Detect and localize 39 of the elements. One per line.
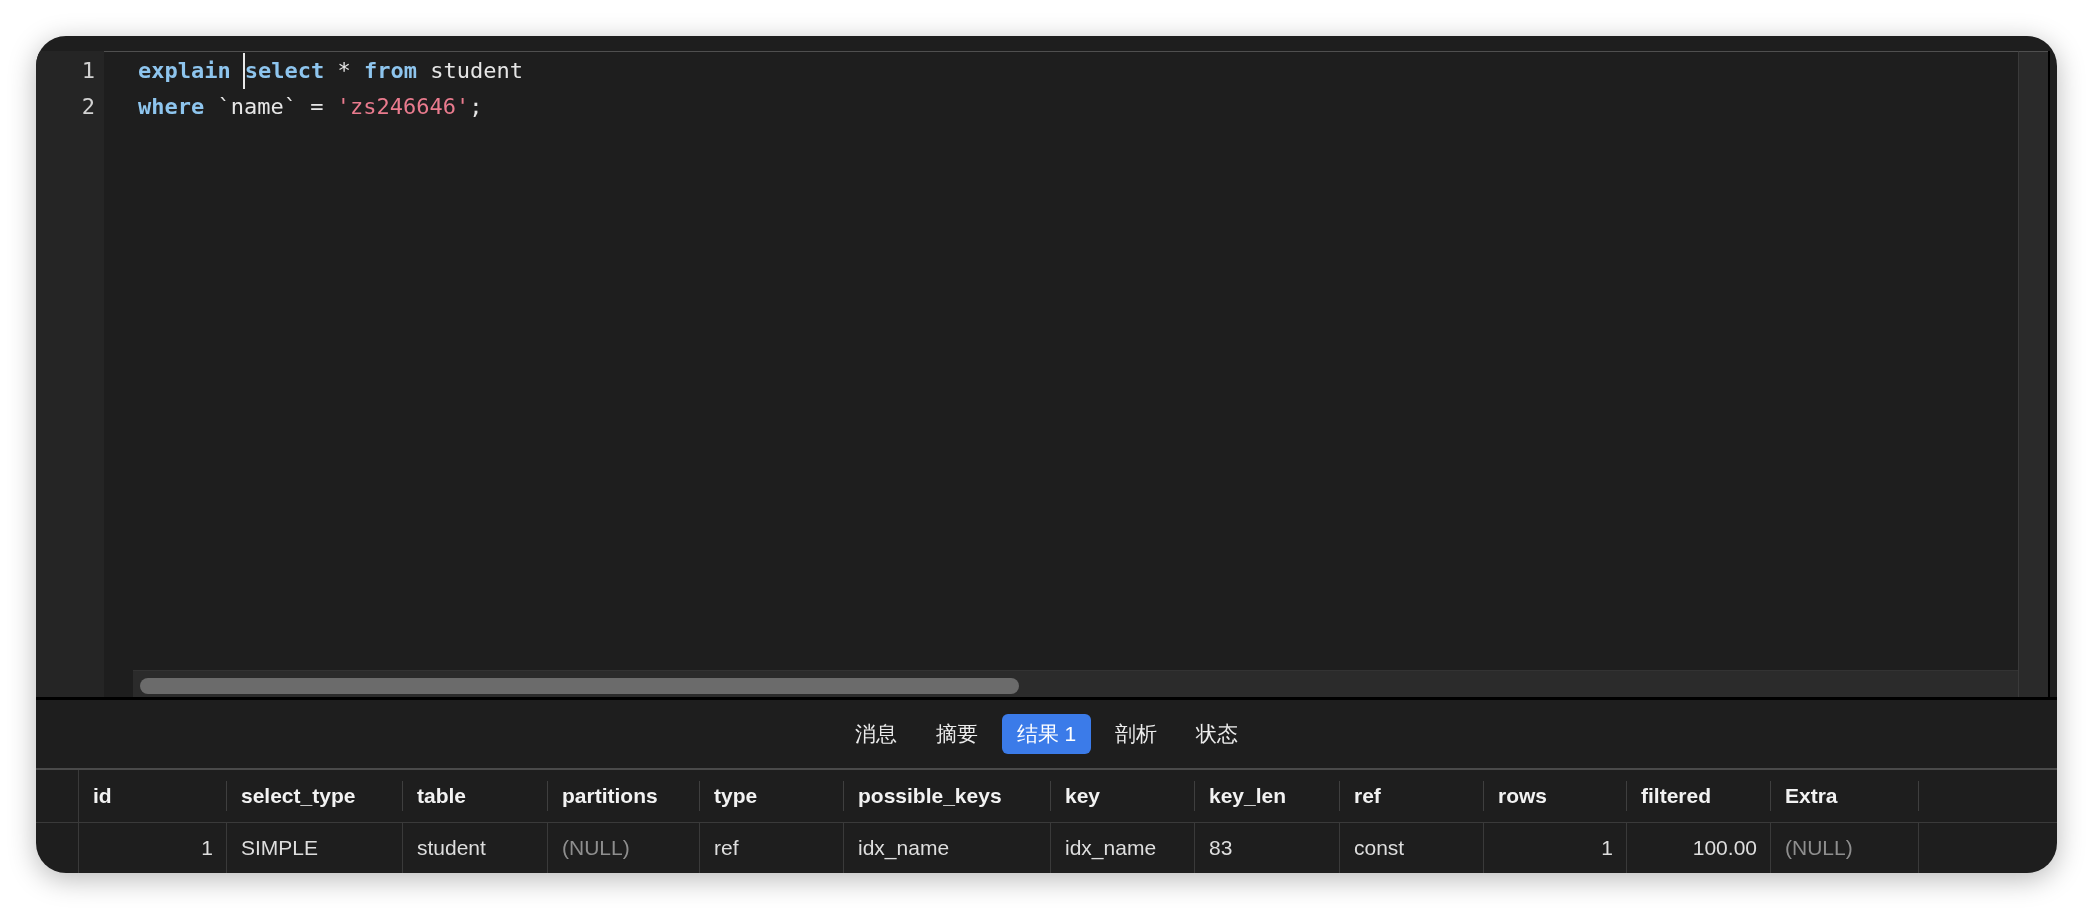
table-cell: 100.00: [1627, 823, 1771, 873]
code-editor[interactable]: explain select * from student where `name` = 'zs246646';: [104, 51, 2018, 697]
column-header[interactable]: select_type: [227, 770, 403, 822]
table-cell: student: [403, 823, 548, 873]
column-header[interactable]: key_len: [1195, 770, 1340, 822]
vertical-scrollbar[interactable]: [2018, 51, 2048, 697]
column-header[interactable]: type: [700, 770, 844, 822]
table-cell: SIMPLE: [227, 823, 403, 873]
tab[interactable]: 消息: [839, 714, 912, 754]
table-cell: idx_name: [844, 823, 1051, 873]
table-cell: ref: [700, 823, 844, 873]
tab[interactable]: 摘要: [920, 714, 993, 754]
code-text: where `name` = 'zs246646';: [138, 93, 483, 121]
code-text: select * from student: [244, 57, 523, 85]
line-number: 2: [81, 93, 95, 121]
table-cell: 1: [79, 823, 227, 873]
column-header[interactable]: id: [79, 770, 227, 822]
horizontal-scrollbar[interactable]: [133, 670, 2018, 697]
table-cell: idx_name: [1051, 823, 1195, 873]
column-header[interactable]: ref: [1340, 770, 1484, 822]
column-header[interactable]: table: [403, 770, 548, 822]
table-cell: const: [1340, 823, 1484, 873]
table-cell: 83: [1195, 823, 1340, 873]
column-header[interactable]: filtered: [1627, 770, 1771, 822]
column-header[interactable]: rows: [1484, 770, 1627, 822]
scrollbar-thumb[interactable]: [140, 678, 1019, 694]
text-cursor: [242, 53, 245, 89]
line-number: 1: [81, 57, 95, 85]
table-cell: (NULL): [548, 823, 700, 873]
column-header[interactable]: key: [1051, 770, 1195, 822]
tab[interactable]: 剖析: [1100, 714, 1173, 754]
column-header[interactable]: Extra: [1771, 770, 1919, 822]
tab[interactable]: 状态: [1181, 714, 1254, 754]
table-cell: 1: [1484, 823, 1627, 873]
code-text: explain: [138, 57, 231, 85]
column-header[interactable]: partitions: [548, 770, 700, 822]
tab[interactable]: 结果 1: [1001, 714, 1092, 754]
column-header[interactable]: possible_keys: [844, 770, 1051, 822]
table-cell: (NULL): [1771, 823, 1919, 873]
